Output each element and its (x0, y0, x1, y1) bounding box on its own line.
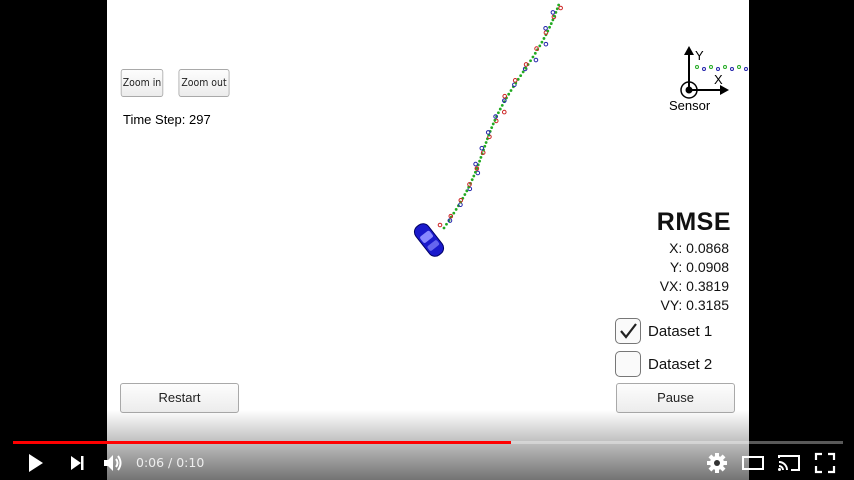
measurement-point (716, 67, 720, 71)
pause-button[interactable]: Pause (616, 383, 735, 413)
estimate-point (484, 141, 488, 144)
estimate-point (442, 226, 446, 230)
estimate-point (548, 25, 551, 29)
estimate-point (540, 40, 544, 44)
estimate-point (555, 7, 559, 11)
estimate-point (549, 22, 553, 25)
dataset-1-label: Dataset 1 (648, 323, 713, 340)
measurement-point (702, 67, 706, 71)
settings-icon[interactable] (704, 450, 730, 476)
cast-icon[interactable] (776, 450, 802, 476)
estimate-point (531, 55, 535, 59)
estimate-point (479, 155, 483, 159)
video-player: Zoom in Zoom out Time Step: 297 Y X Sens… (0, 0, 854, 480)
estimate-point (473, 170, 477, 174)
lidar-measurement (558, 5, 563, 11)
estimate-point (553, 14, 556, 18)
dataset-1-checkbox[interactable] (615, 318, 641, 344)
theater-icon[interactable] (740, 450, 766, 476)
rmse-x: X: 0.0868 (669, 240, 729, 256)
measurement-point (709, 65, 713, 69)
lidar-measurement (512, 78, 518, 83)
rmse-title: RMSE (656, 208, 731, 236)
dataset-2-label: Dataset 2 (648, 356, 713, 373)
estimate-point (524, 66, 528, 70)
radar-measurement (533, 57, 539, 63)
estimate-point (542, 37, 546, 40)
radar-measurement (473, 161, 478, 167)
volume-icon[interactable] (100, 450, 126, 476)
simulator-view: Zoom in Zoom out Time Step: 297 Y X Sens… (107, 0, 749, 480)
estimate-point (454, 208, 458, 211)
progress-bar[interactable] (13, 441, 843, 444)
fullscreen-icon[interactable] (812, 450, 838, 476)
estimate-point (496, 111, 500, 115)
lidar-measurement (501, 109, 507, 115)
measurement-point (723, 65, 727, 69)
next-icon[interactable] (64, 450, 90, 476)
dataset-2-checkbox[interactable] (615, 351, 641, 377)
estimate-point (529, 59, 532, 63)
rmse-y: Y: 0.0908 (669, 259, 729, 275)
estimate-point (533, 51, 537, 55)
play-icon[interactable] (22, 450, 48, 476)
estimate-point (507, 92, 511, 96)
estimate-point (445, 222, 448, 226)
estimate-point (470, 178, 474, 182)
estimate-point (538, 44, 542, 48)
rmse-vy: VY: 0.3185 (660, 297, 729, 313)
estimate-point (493, 118, 497, 122)
estimate-point (519, 74, 523, 78)
estimate-point (500, 103, 504, 107)
estimate-point (472, 174, 476, 178)
measurement-point (737, 65, 741, 69)
lidar-measurement (502, 93, 508, 99)
checkmark-icon (620, 323, 637, 339)
estimate-point (491, 122, 495, 126)
radar-measurement (543, 26, 548, 31)
time-display: 0:06 / 0:10 (136, 455, 205, 470)
estimate-point (498, 107, 502, 111)
rmse-vx: VX: 0.3819 (659, 278, 729, 294)
progress-fill (13, 441, 511, 444)
estimate-point (463, 193, 467, 196)
measurement-point (730, 67, 734, 71)
lidar-measurement (437, 222, 443, 228)
restart-button[interactable]: Restart (120, 383, 239, 413)
measurement-point (744, 67, 748, 71)
estimate-point (509, 89, 513, 92)
sensor-label: Sensor (669, 98, 711, 113)
radar-measurement (479, 145, 485, 151)
measurement-point (695, 65, 699, 69)
radar-measurement (543, 41, 549, 47)
estimate-point (452, 211, 456, 215)
radar-measurement (550, 10, 556, 15)
estimate-point (478, 159, 482, 163)
estimate-point (490, 126, 494, 130)
